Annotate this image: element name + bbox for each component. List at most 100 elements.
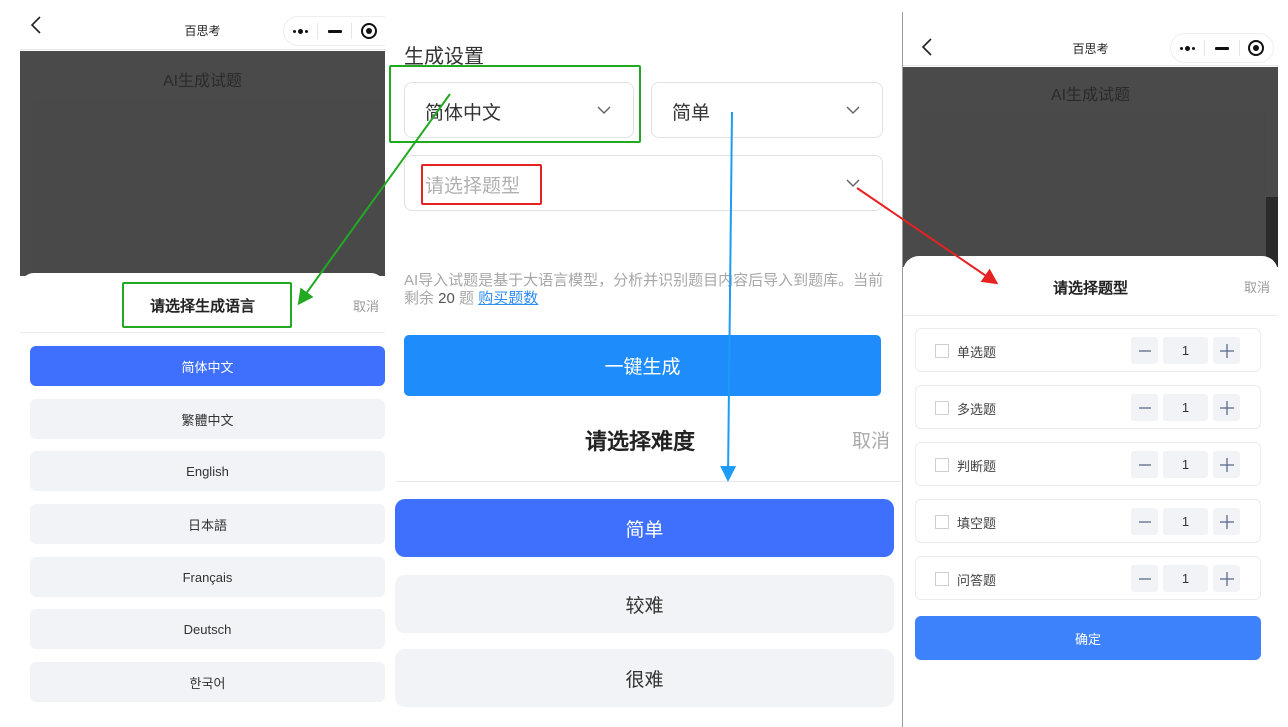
quantity-stepper: 1 (1131, 565, 1240, 592)
more-dots-icon (1180, 45, 1196, 51)
dimmed-background[interactable]: AI生成试题 (903, 67, 1278, 267)
cancel-button[interactable]: 取消 (353, 296, 379, 315)
minimize-icon (1214, 46, 1229, 50)
plus-icon (1219, 514, 1234, 529)
language-option-simplified-chinese[interactable]: 简体中文 (30, 346, 385, 386)
minimize-button[interactable] (1205, 34, 1238, 62)
difficulty-select[interactable]: 简单 (651, 82, 883, 138)
dimmed-card (919, 111, 1266, 267)
generate-button[interactable]: 一键生成 (404, 335, 881, 396)
cancel-button[interactable]: 取消 (852, 426, 890, 453)
more-button[interactable] (1171, 34, 1204, 62)
page-title: AI生成试题 (1050, 87, 1131, 104)
decrement-button[interactable] (1131, 337, 1158, 364)
dimmed-background[interactable]: AI生成试题 (20, 51, 385, 276)
increment-button[interactable] (1213, 565, 1240, 592)
dimmed-card (33, 98, 385, 276)
question-type-label: 单选题 (957, 345, 997, 360)
difficulty-option-easy[interactable]: 简单 (395, 499, 894, 557)
question-type-label: 填空题 (957, 516, 997, 531)
quantity-value[interactable]: 1 (1163, 394, 1208, 421)
target-close-icon (360, 23, 377, 39)
checkbox[interactable] (935, 572, 949, 586)
language-option-german[interactable]: Deutsch (30, 609, 385, 649)
sheet-title: 请选择生成语言 (149, 298, 255, 315)
decrement-button[interactable] (1131, 565, 1158, 592)
sheet-header: 请选择生成语言 取消 (20, 273, 385, 333)
page-title: AI生成试题 (162, 73, 243, 90)
mini-program-navbar: 百思考 (903, 0, 1278, 66)
checkbox[interactable] (935, 458, 949, 472)
increment-button[interactable] (1213, 337, 1240, 364)
language-option-french[interactable]: Français (30, 557, 385, 597)
increment-button[interactable] (1213, 508, 1240, 535)
minimize-button[interactable] (318, 17, 351, 45)
quantity-value[interactable]: 1 (1163, 508, 1208, 535)
generation-settings-screen: 生成设置 简体中文 简单 请选择题型 AI导入试题是基于大语言模型，分析并识别题… (395, 0, 902, 727)
decrement-button[interactable] (1131, 451, 1158, 478)
quantity-stepper: 1 (1131, 394, 1240, 421)
language-select[interactable]: 简体中文 (404, 82, 634, 138)
question-type-label: 多选题 (957, 402, 997, 417)
question-type-label: 判断题 (957, 459, 997, 474)
difficulty-option-hard[interactable]: 较难 (395, 575, 894, 633)
quantity-value[interactable]: 1 (1163, 337, 1208, 364)
checkbox[interactable] (935, 344, 949, 358)
quantity-stepper: 1 (1131, 337, 1240, 364)
increment-button[interactable] (1213, 451, 1240, 478)
checkbox[interactable] (935, 515, 949, 529)
confirm-button[interactable]: 确定 (915, 616, 1261, 660)
plus-icon (1219, 457, 1234, 472)
close-button[interactable] (1240, 34, 1273, 62)
decrement-button[interactable] (1131, 394, 1158, 421)
chevron-down-icon (846, 179, 860, 188)
quantity-stepper: 1 (1131, 451, 1240, 478)
question-type-row: 单选题 1 (915, 328, 1261, 372)
quantity-value[interactable]: 1 (1163, 565, 1208, 592)
question-type-row: 问答题 1 (915, 556, 1261, 600)
minus-icon (1138, 349, 1151, 352)
minus-icon (1138, 577, 1151, 580)
increment-button[interactable] (1213, 394, 1240, 421)
question-type-row: 判断题 1 (915, 442, 1261, 486)
more-dots-icon (293, 28, 308, 34)
decrement-button[interactable] (1131, 508, 1158, 535)
minus-icon (1138, 406, 1151, 409)
plus-icon (1219, 343, 1234, 358)
difficulty-option-very-hard[interactable]: 很难 (395, 649, 894, 707)
plus-icon (1219, 571, 1234, 586)
more-button[interactable] (284, 17, 317, 45)
quantity-stepper: 1 (1131, 508, 1240, 535)
language-option-korean[interactable]: 한국어 (30, 662, 385, 702)
checkbox[interactable] (935, 401, 949, 415)
question-type-row: 填空题 1 (915, 499, 1261, 543)
close-button[interactable] (352, 17, 385, 45)
remaining-count: 20 (438, 290, 455, 307)
language-option-japanese[interactable]: 日本語 (30, 504, 385, 544)
cancel-button[interactable]: 取消 (1244, 277, 1270, 296)
chevron-down-icon (597, 106, 611, 115)
language-select-value: 简体中文 (425, 103, 502, 124)
question-type-sheet: 请选择题型 取消 单选题 1 多选题 1 判断题 1 填空题 1 问答题 1 确… (903, 256, 1278, 727)
language-action-sheet: 请选择生成语言 取消 简体中文 繁體中文 English 日本語 Françai… (20, 273, 385, 727)
minimize-icon (327, 29, 342, 33)
divider (396, 481, 901, 482)
question-type-select[interactable]: 请选择题型 (404, 155, 883, 211)
difficulty-select-value: 简单 (672, 103, 711, 124)
minus-icon (1138, 520, 1151, 523)
buy-questions-link[interactable]: 购买题数 (478, 290, 538, 307)
minus-icon (1138, 463, 1151, 466)
chevron-down-icon (846, 106, 860, 115)
capsule-menu (1170, 33, 1274, 63)
target-close-icon (1248, 40, 1265, 56)
language-option-english[interactable]: English (30, 451, 385, 491)
section-title: 生成设置 (404, 46, 484, 68)
count-unit: 题 (454, 290, 479, 307)
mini-program-navbar: 百思考 (20, 0, 385, 50)
sheet-header: 请选择题型 取消 (903, 256, 1278, 316)
plus-icon (1219, 400, 1234, 415)
difficulty-sheet-title: 请选择难度 (584, 429, 695, 454)
question-type-row: 多选题 1 (915, 385, 1261, 429)
quantity-value[interactable]: 1 (1163, 451, 1208, 478)
language-option-traditional-chinese[interactable]: 繁體中文 (30, 399, 385, 439)
